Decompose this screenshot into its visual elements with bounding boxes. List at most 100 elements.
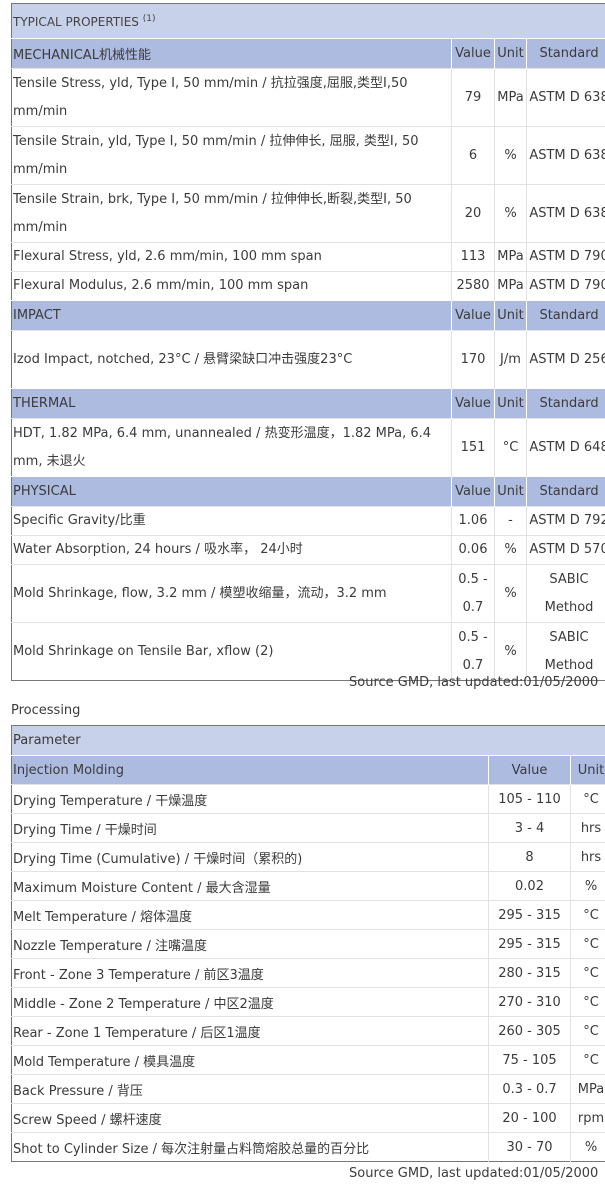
column-header: Value (451, 476, 495, 507)
property-row: Izod Impact, notched, 23°C / 悬臂梁缺口冲击强度23… (11, 330, 605, 389)
property-standard: ASTM D 638 (526, 126, 605, 185)
property-name: Tensile Strain, brk, Type I, 50 mm/min /… (11, 184, 452, 243)
property-value: 79 (451, 68, 495, 127)
property-value: 170 (451, 330, 495, 389)
processing-row: Drying Time / 干燥时间 3 - 4 hrs (11, 813, 605, 843)
parameter-unit: °C (570, 987, 605, 1017)
parameter-value: 270 - 310 (488, 987, 571, 1017)
property-name: Izod Impact, notched, 23°C / 悬臂梁缺口冲击强度23… (11, 330, 452, 389)
property-row: Mold Shrinkage, flow, 3.2 mm / 模塑收缩量，流动，… (11, 564, 605, 623)
parameter-value: 0.02 (488, 871, 571, 901)
property-name: Mold Shrinkage, flow, 3.2 mm / 模塑收缩量，流动，… (11, 564, 452, 623)
property-row: Water Absorption, 24 hours / 吸水率， 24小时 0.… (11, 535, 605, 565)
processing-row: Back Pressure / 背压 0.3 - 0.7 MPa (11, 1074, 605, 1104)
property-unit: % (494, 622, 527, 681)
property-unit: % (494, 184, 527, 243)
property-row: Tensile Strain, brk, Type I, 50 mm/min /… (11, 184, 605, 243)
properties-title-text: TYPICAL PROPERTIES (13, 14, 139, 29)
processing-unit-header: Unit (570, 755, 605, 785)
section-header-row: IMPACT Value Unit Standard (11, 300, 605, 331)
processing-row: Melt Temperature / 熔体温度 295 - 315 °C (11, 900, 605, 930)
processing-row: Screw Speed / 螺杆速度 20 - 100 rpm (11, 1103, 605, 1133)
property-value: 113 (451, 242, 495, 272)
parameter-name: Middle - Zone 2 Temperature / 中区2温度 (11, 987, 489, 1017)
property-value: 0.5 - 0.7 (451, 564, 495, 623)
property-standard: SABIC Method (526, 622, 605, 681)
property-standard: SABIC Method (526, 564, 605, 623)
property-row: Flexural Modulus, 2.6 mm/min, 100 mm spa… (11, 271, 605, 301)
parameter-value: 0.3 - 0.7 (488, 1074, 571, 1104)
processing-label: Processing (11, 703, 81, 718)
parameter-value: 75 - 105 (488, 1045, 571, 1075)
processing-row: Nozzle Temperature / 注嘴温度 295 - 315 °C (11, 929, 605, 959)
parameter-name: Drying Time / 干燥时间 (11, 813, 489, 843)
property-name: Flexural Modulus, 2.6 mm/min, 100 mm spa… (11, 271, 452, 301)
property-unit: MPa (494, 68, 527, 127)
property-value: 151 (451, 418, 495, 477)
parameter-value: 3 - 4 (488, 813, 571, 843)
column-header: Unit (494, 300, 527, 331)
property-value: 2580 (451, 271, 495, 301)
parameter-value: 295 - 315 (488, 929, 571, 959)
property-value: 6 (451, 126, 495, 185)
property-unit: - (494, 506, 527, 536)
parameter-name: Screw Speed / 螺杆速度 (11, 1103, 489, 1133)
parameter-unit: °C (570, 1045, 605, 1075)
property-row: Flexural Stress, yld, 2.6 mm/min, 100 mm… (11, 242, 605, 272)
parameter-unit: °C (570, 958, 605, 988)
column-header: Standard (526, 38, 605, 69)
property-unit: % (494, 564, 527, 623)
property-standard: ASTM D 648 (526, 418, 605, 477)
property-standard: ASTM D 638 (526, 184, 605, 243)
property-name: Specific Gravity/比重 (11, 506, 452, 536)
section-name: THERMAL (11, 388, 452, 419)
property-unit: MPa (494, 271, 527, 301)
parameter-unit: rpm (570, 1103, 605, 1133)
section-name: MECHANICAL机械性能 (11, 38, 452, 69)
processing-row: Shot to Cylinder Size / 每次注射量占料筒熔胶总量的百分比… (11, 1132, 605, 1162)
parameter-name: Nozzle Temperature / 注嘴温度 (11, 929, 489, 959)
processing-row: Mold Temperature / 模具温度 75 - 105 °C (11, 1045, 605, 1075)
parameter-name: Rear - Zone 1 Temperature / 后区1温度 (11, 1016, 489, 1046)
parameter-unit: °C (570, 900, 605, 930)
column-header: Value (451, 388, 495, 419)
properties-title-note: (1) (142, 13, 156, 24)
processing-row: Middle - Zone 2 Temperature / 中区2温度 270 -… (11, 987, 605, 1017)
section-name: IMPACT (11, 300, 452, 331)
property-name: Mold Shrinkage on Tensile Bar, xflow (2) (11, 622, 452, 681)
parameter-name: Front - Zone 3 Temperature / 前区3温度 (11, 958, 489, 988)
parameter-value: 105 - 110 (488, 784, 571, 814)
property-unit: % (494, 535, 527, 565)
properties-source-note: Source GMD, last updated:01/05/2000 (349, 675, 599, 690)
processing-section-row: Injection Molding Value Unit (11, 755, 605, 785)
typical-properties-table: TYPICAL PROPERTIES (1) MECHANICAL机械性能 Val… (11, 3, 605, 681)
parameter-value: 20 - 100 (488, 1103, 571, 1133)
parameter-unit: hrs (570, 813, 605, 843)
processing-value-header: Value (488, 755, 571, 785)
properties-title: TYPICAL PROPERTIES (1) (11, 3, 605, 39)
property-row: Specific Gravity/比重 1.06- ASTM D 792 (11, 506, 605, 536)
parameter-unit: MPa (570, 1074, 605, 1104)
parameter-name: Drying Time (Cumulative) / 干燥时间（累积的) (11, 842, 489, 872)
processing-row: Front - Zone 3 Temperature / 前区3温度 280 - … (11, 958, 605, 988)
property-value: 20 (451, 184, 495, 243)
property-unit: J/m (494, 330, 527, 389)
property-value: 1.06 (451, 506, 495, 536)
parameter-name: Drying Temperature / 干燥温度 (11, 784, 489, 814)
property-row: Mold Shrinkage on Tensile Bar, xflow (2)… (11, 622, 605, 681)
column-header: Standard (526, 388, 605, 419)
column-header: Unit (494, 38, 527, 69)
parameter-unit: °C (570, 784, 605, 814)
parameter-value: 8 (488, 842, 571, 872)
parameter-value: 30 - 70 (488, 1132, 571, 1162)
processing-header: Parameter (11, 725, 605, 756)
processing-row: Drying Time (Cumulative) / 干燥时间（累积的) 8 hrs (11, 842, 605, 872)
processing-row: Maximum Moisture Content / 最大含湿量 0.02% (11, 871, 605, 901)
parameter-value: 280 - 315 (488, 958, 571, 988)
section-header-row: THERMAL Value Unit Standard (11, 388, 605, 419)
processing-section-name: Injection Molding (11, 755, 489, 785)
column-header: Standard (526, 300, 605, 331)
parameter-unit: hrs (570, 842, 605, 872)
parameter-unit: % (570, 1132, 605, 1162)
property-name: Flexural Stress, yld, 2.6 mm/min, 100 mm… (11, 242, 452, 272)
